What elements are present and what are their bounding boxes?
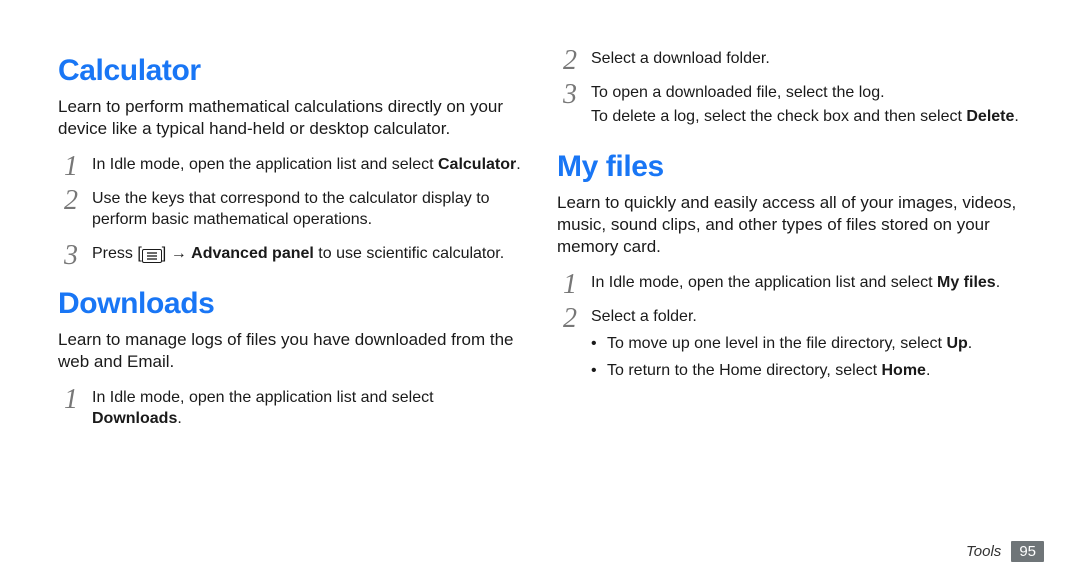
text: .	[1014, 108, 1018, 125]
bold-home: Home	[881, 362, 925, 379]
heading-calculator: Calculator	[58, 54, 523, 88]
calc-step-3: Press [ ] → Advanced panel to use scienti…	[58, 243, 523, 265]
bold-myfiles: My files	[937, 274, 996, 291]
heading-downloads: Downloads	[58, 287, 523, 321]
downloads-steps-left: In Idle mode, open the application list …	[58, 387, 523, 430]
bullet-up: To move up one level in the file directo…	[591, 333, 1022, 355]
bold-delete: Delete	[966, 108, 1014, 125]
downloads-steps-right: Select a download folder. To open a down…	[557, 48, 1022, 128]
footer-section: Tools	[966, 543, 1001, 560]
text: .	[926, 362, 930, 379]
right-column: Select a download folder. To open a down…	[557, 48, 1022, 546]
dl-step-3-line2: To delete a log, select the check box an…	[591, 106, 1022, 128]
text: .	[516, 156, 520, 173]
dl-step-1: In Idle mode, open the application list …	[58, 387, 523, 430]
myfiles-bullets: To move up one level in the file directo…	[591, 333, 1022, 381]
menu-icon	[142, 249, 162, 263]
dl-step-2: Select a download folder.	[557, 48, 1022, 70]
text: .	[968, 335, 972, 352]
text: .	[177, 410, 181, 427]
calc-step-1: In Idle mode, open the application list …	[58, 154, 523, 176]
text: to use scientific calculator.	[314, 245, 504, 262]
text: To move up one level in the file directo…	[607, 335, 946, 352]
text: Select a folder.	[591, 308, 697, 325]
footer-page-number: 95	[1011, 541, 1044, 562]
myfiles-intro: Learn to quickly and easily access all o…	[557, 192, 1022, 258]
bold-downloads: Downloads	[92, 410, 177, 427]
calculator-steps: In Idle mode, open the application list …	[58, 154, 523, 264]
text: In Idle mode, open the application list …	[92, 389, 434, 406]
text: .	[996, 274, 1000, 291]
heading-myfiles: My files	[557, 150, 1022, 184]
dl-step-3: To open a downloaded file, select the lo…	[557, 82, 1022, 128]
text: Press [	[92, 245, 142, 262]
text: To open a downloaded file, select the lo…	[591, 84, 885, 101]
text: In Idle mode, open the application list …	[92, 156, 438, 173]
bold-calculator: Calculator	[438, 156, 516, 173]
calc-step-2: Use the keys that correspond to the calc…	[58, 188, 523, 231]
text: In Idle mode, open the application list …	[591, 274, 937, 291]
text: To delete a log, select the check box an…	[591, 108, 966, 125]
downloads-intro: Learn to manage logs of files you have d…	[58, 329, 523, 373]
myfiles-step-2: Select a folder. To move up one level in…	[557, 306, 1022, 382]
myfiles-steps: In Idle mode, open the application list …	[557, 272, 1022, 381]
bold-up: Up	[946, 335, 967, 352]
left-column: Calculator Learn to perform mathematical…	[58, 48, 523, 546]
bullet-home: To return to the Home directory, select …	[591, 360, 1022, 382]
page-footer: Tools 95	[966, 541, 1044, 562]
bold-advanced-panel: Advanced panel	[191, 245, 314, 262]
myfiles-step-1: In Idle mode, open the application list …	[557, 272, 1022, 294]
calculator-intro: Learn to perform mathematical calculatio…	[58, 96, 523, 140]
text: To return to the Home directory, select	[607, 362, 881, 379]
text: ] →	[162, 245, 191, 262]
